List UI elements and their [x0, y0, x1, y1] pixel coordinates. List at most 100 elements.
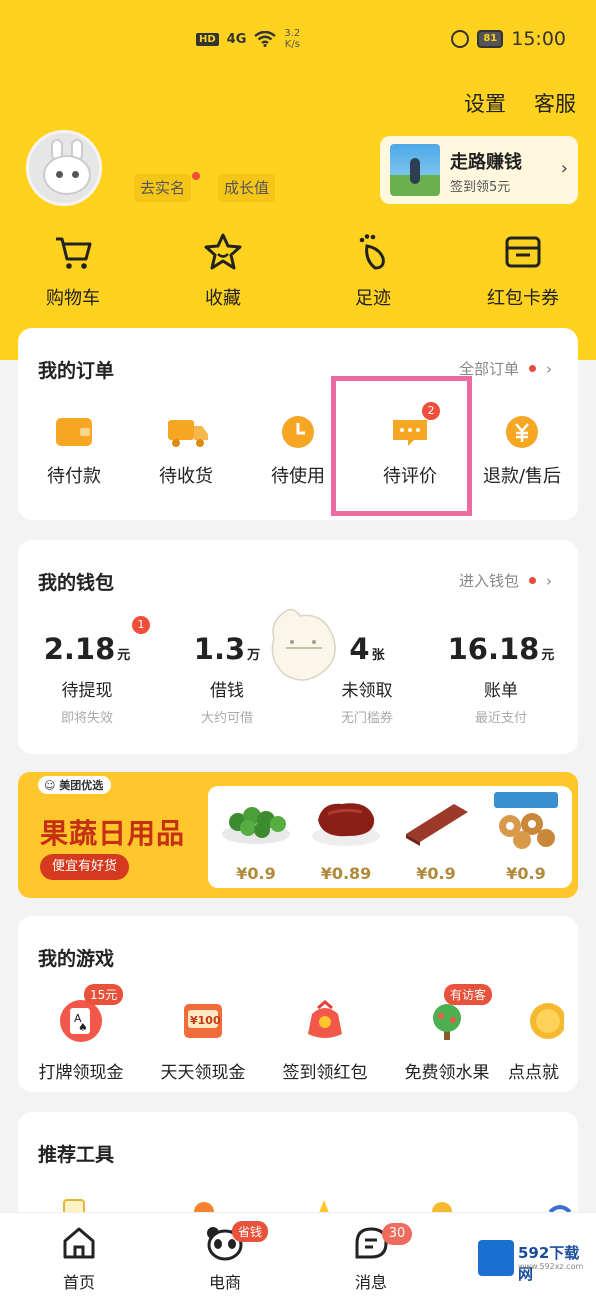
- order-label: 待付款: [47, 466, 101, 487]
- game-poker[interactable]: A ♠ 15元 打牌领现金: [22, 984, 140, 1083]
- order-label: 待收货: [159, 466, 213, 487]
- nav-messages[interactable]: 30 消息: [326, 1223, 416, 1293]
- net-speed-unit: K/s: [284, 39, 300, 50]
- product-item[interactable]: ¥0.9: [482, 790, 570, 883]
- wallet-bill[interactable]: 16.18 元 账单 最近支付: [436, 632, 566, 726]
- game-tag: 15元: [84, 984, 124, 1005]
- product-price: ¥0.89: [320, 864, 372, 883]
- red-packet-icon: [302, 998, 348, 1044]
- product-item[interactable]: ¥0.89: [302, 790, 390, 883]
- walk-card-subtitle: 签到领5元: [450, 180, 511, 195]
- nav-label: 消息: [354, 1273, 387, 1292]
- top-links: 设置 客服: [464, 88, 576, 118]
- game-sign-in[interactable]: 签到领红包: [266, 998, 384, 1083]
- home-icon: [63, 1227, 95, 1259]
- cash-card-icon: ¥100: [180, 998, 226, 1044]
- watermark-sub: www.592xz.com: [518, 1262, 584, 1271]
- quick-link-cart[interactable]: 购物车: [18, 232, 128, 310]
- signal-icon: 4G: [226, 31, 247, 47]
- avatar[interactable]: [26, 130, 102, 206]
- tools-title: 推荐工具: [38, 1144, 115, 1166]
- product-price: ¥0.9: [416, 864, 456, 883]
- spicy-strip-icon: [398, 790, 474, 850]
- all-orders-link[interactable]: 全部订单 ›: [459, 358, 552, 379]
- notify-dot: [529, 365, 536, 372]
- chevron-right-icon: ›: [546, 360, 552, 378]
- game-tap-earn[interactable]: 点点就: [504, 998, 578, 1083]
- wallet-withdraw[interactable]: 2.18 元 待提现 即将失效 1: [22, 616, 152, 726]
- clock-icon: [278, 414, 318, 450]
- banner-button[interactable]: 便宜有好货: [40, 854, 130, 880]
- brand-tag-label: 美团优选: [59, 779, 104, 792]
- chevron-right-icon: ›: [546, 572, 552, 590]
- wifi-icon: [254, 31, 277, 47]
- wallet-amount: 1.3: [193, 632, 246, 666]
- orders-title: 我的订单: [38, 360, 115, 382]
- quick-link-label: 足迹: [355, 288, 391, 309]
- verify-name-button[interactable]: 去实名: [134, 174, 192, 202]
- order-refund[interactable]: 退款/售后: [472, 414, 572, 488]
- growth-value-button[interactable]: 成长值: [218, 174, 276, 202]
- refund-icon: [502, 414, 542, 450]
- walk-earn-card[interactable]: 走路赚钱 签到领5元 ›: [380, 136, 578, 204]
- games-card: 我的游戏 A ♠ 15元 打牌领现金 ¥100 天天领现金 签到领红包 有访客 免…: [18, 916, 578, 1092]
- notify-dot: [529, 577, 536, 584]
- avatar-head: [43, 155, 91, 195]
- withdraw-badge: 1: [132, 616, 150, 634]
- wallet-label: 账单: [484, 681, 518, 701]
- quick-link-label: 收藏: [205, 288, 241, 309]
- fruit-tree-icon: 有访客: [424, 984, 493, 1044]
- quick-link-footprint[interactable]: 足迹: [318, 232, 428, 310]
- product-item[interactable]: ¥0.9: [212, 790, 300, 883]
- coin-icon: [518, 998, 566, 1044]
- game-label: 免费领水果: [404, 1063, 490, 1083]
- quick-link-coupons[interactable]: 红包卡券: [468, 232, 578, 310]
- wallet-amount: 4: [349, 632, 370, 666]
- orders-card: 我的订单 全部订单 › 待付款 待收货 待使用 2 待评价 退款/售后: [18, 328, 578, 520]
- net-speed-value: 3.2: [284, 28, 301, 39]
- settings-link[interactable]: 设置: [464, 88, 506, 118]
- highlight-box: [331, 376, 472, 516]
- footprint-icon: [359, 234, 385, 270]
- wallet-label: 待提现: [61, 681, 113, 701]
- order-pending-receipt[interactable]: 待收货: [136, 414, 236, 488]
- wallet-title: 我的钱包: [38, 572, 115, 594]
- cookie-icon: [488, 790, 564, 850]
- wallet-unit: 元: [117, 648, 131, 663]
- cart-icon: [56, 237, 92, 269]
- verify-dot: [192, 172, 200, 180]
- wallet-sub: 无门槛券: [340, 711, 393, 726]
- quick-link-label: 购物车: [46, 288, 100, 309]
- game-free-fruit[interactable]: 有访客 免费领水果: [388, 984, 506, 1083]
- nav-home[interactable]: 首页: [34, 1225, 124, 1293]
- game-daily-cash[interactable]: ¥100 天天领现金: [144, 998, 262, 1083]
- customer-service-link[interactable]: 客服: [534, 88, 576, 118]
- order-pending-payment[interactable]: 待付款: [24, 414, 124, 488]
- truck-icon: [166, 414, 208, 450]
- cash-card-text: ¥100: [190, 1014, 221, 1027]
- banner-title: 果蔬日用品: [40, 817, 186, 850]
- svg-text:♠: ♠: [78, 1021, 88, 1034]
- product-item[interactable]: ¥0.9: [392, 790, 480, 883]
- wallet-value: 2.18 元: [22, 632, 152, 666]
- clock-time: 15:00: [511, 28, 566, 50]
- status-bar: HD 4G 3.2 K/s 81 15:00: [0, 22, 596, 62]
- wallet-unit: 万: [247, 648, 261, 663]
- games-title: 我的游戏: [38, 948, 115, 970]
- wallet-icon: [54, 414, 94, 450]
- nav-tag: 省钱: [232, 1221, 269, 1242]
- game-tag: 有访客: [444, 984, 493, 1005]
- youxuan-banner[interactable]: ☺ 美团优选 果蔬日用品 便宜有好货 ¥0.9 ¥0.89 ¥0.9 ¥0.9: [18, 772, 578, 898]
- wallet-amount: 2.18: [43, 632, 116, 666]
- product-price: ¥0.9: [236, 864, 276, 883]
- product-price: ¥0.9: [506, 864, 546, 883]
- enter-wallet-link[interactable]: 进入钱包 ›: [459, 570, 552, 591]
- wallet-sub: 最近支付: [474, 711, 527, 726]
- wallet-unit: 元: [541, 648, 555, 663]
- quick-link-favorites[interactable]: 收藏: [168, 232, 278, 310]
- order-label: 退款/售后: [482, 466, 562, 487]
- game-label: 签到领红包: [282, 1063, 368, 1083]
- wallet-unit: 张: [371, 648, 385, 663]
- nav-ecommerce[interactable]: 省钱 电商: [180, 1221, 270, 1293]
- chevron-right-icon: ›: [560, 158, 568, 179]
